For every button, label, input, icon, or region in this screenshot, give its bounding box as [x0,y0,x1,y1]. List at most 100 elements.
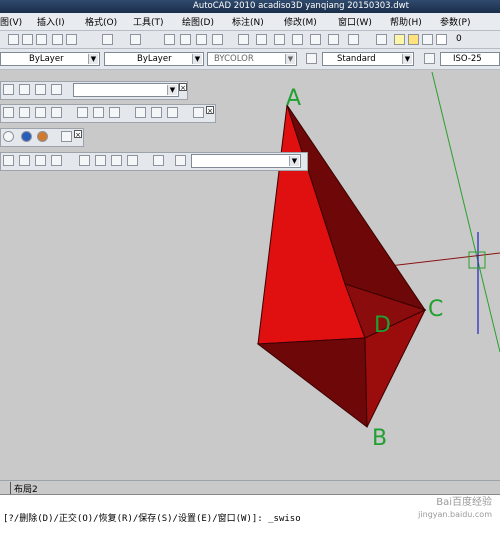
light-bulb-icon[interactable] [394,34,405,45]
match-properties-icon[interactable] [52,34,63,45]
shaded-sphere-icon[interactable] [21,131,32,142]
layer-color-dropdown[interactable]: ByLayer ▼ [0,52,100,66]
redo-icon[interactable] [130,34,141,45]
ucs-3point-icon[interactable] [93,107,104,118]
zoom-icon[interactable] [3,84,14,95]
sw-iso-icon[interactable] [79,155,90,166]
zoom-window-icon[interactable] [196,34,207,45]
text-style-dropdown[interactable]: Standard ▼ [322,52,414,66]
paste-icon[interactable] [36,34,47,45]
layer-value: 0 [456,34,462,44]
vertex-label-d: D [374,313,391,338]
close-icon[interactable]: × [206,106,214,115]
layer-color-icon[interactable] [436,34,447,45]
se-iso-icon[interactable] [95,155,106,166]
properties-icon[interactable] [238,34,249,45]
dim-style-icon[interactable] [424,53,435,64]
zoom-view-icon[interactable] [175,155,186,166]
design-center-icon[interactable] [256,34,267,45]
zoom-realtime-icon[interactable] [180,34,191,45]
vertex-label-b: B [372,426,388,451]
footprint-icon[interactable] [51,84,62,95]
right-view-icon[interactable] [51,155,62,166]
block-editor-icon[interactable] [66,34,77,45]
undo-icon[interactable] [102,34,113,45]
visual-styles-toolbar: × [0,128,84,147]
nw-iso-icon[interactable] [127,155,138,166]
ne-iso-icon[interactable] [111,155,122,166]
linetype-dropdown[interactable]: ByLayer ▼ [104,52,204,66]
close-icon[interactable]: × [74,130,82,139]
view-toolbar: ▼ × [0,81,188,100]
ucs-object-icon[interactable] [109,107,120,118]
views-dropdown[interactable]: ▼ [191,154,301,168]
chevron-down-icon: ▼ [285,54,295,64]
pan-icon[interactable] [164,34,175,45]
ucs-origin-icon[interactable] [51,107,62,118]
left-view-icon[interactable] [35,155,46,166]
orbit-icon[interactable] [19,84,30,95]
command-line[interactable]: [?/删除(D)/正交(O)/恢复(R)/保存(S)/设置(E)/窗口(W)]:… [0,494,500,538]
menu-window[interactable]: 窗口(W) [338,15,372,28]
camera-icon[interactable] [153,155,164,166]
vertex-label-c: C [428,297,444,322]
ucs-previous-icon[interactable] [35,107,46,118]
ucs-z-axis-icon[interactable] [77,107,88,118]
calculator-icon[interactable] [328,34,339,45]
menu-tools[interactable]: 工具(T) [133,15,164,28]
menu-parameters[interactable]: 参数(P) [440,15,470,28]
chevron-down-icon: ▼ [88,54,98,64]
visual-style-manager-icon[interactable] [61,131,72,142]
bottom-view-icon[interactable] [19,155,30,166]
linetype-value: ByLayer [137,54,172,64]
window-title: AutoCAD 2010 acadiso3D yanqiang 20150303… [193,1,409,11]
ucs-face-icon[interactable] [135,107,146,118]
realistic-sphere-icon[interactable] [37,131,48,142]
zoom-previous-icon[interactable] [212,34,223,45]
sun-icon[interactable] [408,34,419,45]
ucs-apply-icon[interactable] [193,107,204,118]
watermark: Bai百度经验 jingyan.baidu.com [418,497,492,521]
chevron-down-icon: ▼ [402,54,412,64]
text-style-value: Standard [337,54,376,64]
tool-palettes-icon[interactable] [274,34,285,45]
ucs-world-icon[interactable] [19,107,30,118]
pyramid-face-bottom-left [256,337,368,429]
top-view-icon[interactable] [3,155,14,166]
chevron-down-icon: ▼ [192,54,202,64]
ucs-toolbar: × [0,104,216,123]
close-icon[interactable]: × [179,83,187,92]
chevron-down-icon: ▼ [289,156,299,166]
lock-icon[interactable] [422,34,433,45]
vertex-label-a: A [286,86,302,111]
menu-insert[interactable]: 插入(I) [37,15,65,28]
dim-style-dropdown[interactable]: ISO-25 [440,52,500,66]
views-toolbar: ▼ [0,152,308,171]
menu-view[interactable]: 图(V) [0,15,22,28]
color-dropdown[interactable]: BYCOLOR ▼ [207,52,297,66]
menu-modify[interactable]: 修改(M) [284,15,317,28]
markup-icon[interactable] [310,34,321,45]
text-style-icon[interactable] [306,53,317,64]
copy-icon[interactable] [22,34,33,45]
ucs-x-icon[interactable] [151,107,162,118]
help-icon[interactable] [348,34,359,45]
menu-draw[interactable]: 绘图(D) [182,15,214,28]
layer-color-value: ByLayer [29,54,64,64]
cut-icon[interactable] [8,34,19,45]
menu-help[interactable]: 帮助(H) [390,15,422,28]
standard-toolbar: 0 [0,31,500,49]
watermark-line1: Bai百度经验 [436,497,492,508]
ucs-y-icon[interactable] [167,107,178,118]
ucs-icon[interactable] [3,107,14,118]
walk-icon[interactable] [35,84,46,95]
wireframe-icon[interactable] [3,131,14,142]
layer-manager-icon[interactable] [376,34,387,45]
named-views-dropdown[interactable]: ▼ [73,83,179,97]
command-text: [?/删除(D)/正交(O)/恢复(R)/保存(S)/设置(E)/窗口(W)]:… [3,514,301,524]
menu-format[interactable]: 格式(O) [85,15,117,28]
menu-dimension[interactable]: 标注(N) [232,15,264,28]
sheet-set-icon[interactable] [292,34,303,45]
ucs-origin-marker [468,251,486,269]
menu-bar: 图(V) 插入(I) 格式(O) 工具(T) 绘图(D) 标注(N) 修改(M)… [0,13,500,31]
